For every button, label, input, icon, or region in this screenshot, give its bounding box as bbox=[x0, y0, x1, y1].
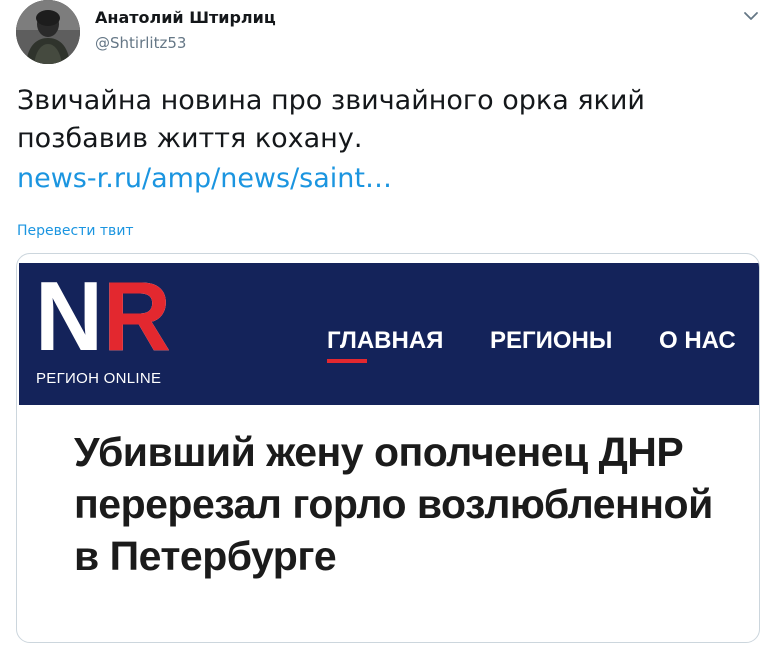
nav-home[interactable]: ГЛАВНАЯ bbox=[327, 327, 443, 355]
tweet-link[interactable]: news-r.ru/amp/news/saint… bbox=[17, 160, 392, 198]
avatar[interactable] bbox=[16, 0, 80, 64]
site-logo: NR bbox=[37, 279, 171, 355]
nav-regions[interactable]: РЕГИОНЫ bbox=[490, 327, 612, 355]
article-headline: Убивший жену ополченец ДНР перерезал гор… bbox=[74, 429, 713, 579]
link-preview-card[interactable]: NR NR РЕГИОН ONLINE ГЛАВНАЯ РЕГИОНЫ О НА… bbox=[16, 253, 760, 643]
author-handle[interactable]: @Shtirlitz53 bbox=[95, 34, 186, 52]
nav-about[interactable]: О НАС bbox=[659, 327, 736, 355]
tweet: Анатолий Штирлиц @Shtirlitz53 Звичайна н… bbox=[0, 0, 772, 649]
chevron-down-icon[interactable] bbox=[740, 6, 762, 26]
logo-subtitle: РЕГИОН ONLINE bbox=[36, 370, 162, 387]
author-name[interactable]: Анатолий Штирлиц bbox=[95, 8, 276, 27]
tweet-text: Звичайна новина про звичайного орка який… bbox=[17, 85, 645, 154]
nav-active-indicator bbox=[327, 359, 367, 363]
site-header: NR NR РЕГИОН ONLINE ГЛАВНАЯ РЕГИОНЫ О НА… bbox=[19, 263, 759, 405]
translate-tweet-link[interactable]: Перевести твит bbox=[17, 223, 134, 239]
